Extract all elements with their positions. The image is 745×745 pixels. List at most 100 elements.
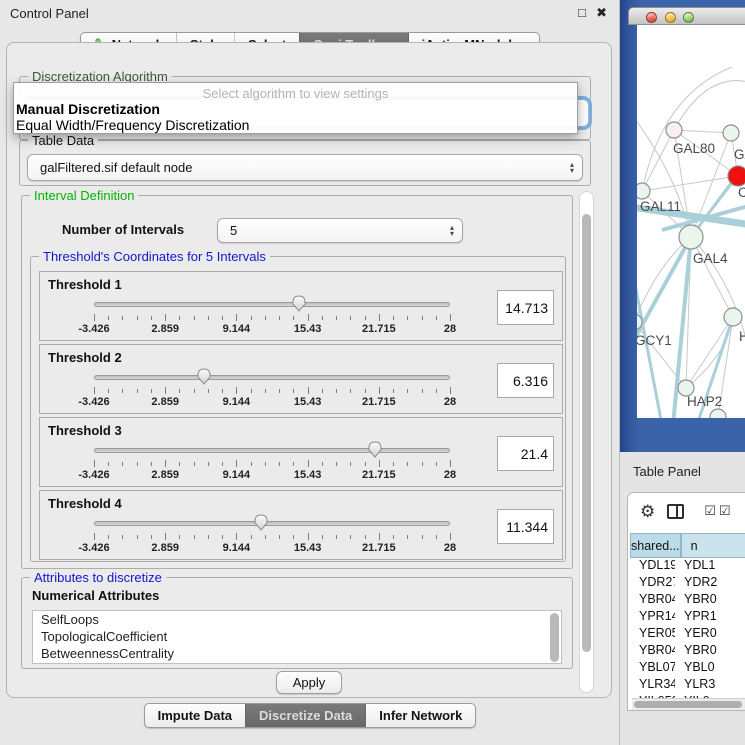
network-node[interactable] [724, 308, 742, 326]
close-traffic-icon[interactable] [646, 12, 657, 23]
network-node[interactable] [728, 166, 745, 186]
column-header-name[interactable]: n [681, 533, 745, 558]
column-header-shared-name[interactable]: shared... [630, 533, 681, 558]
node-label: H [739, 329, 745, 344]
threshold-1-slider-thumb[interactable] [291, 294, 307, 312]
table-row[interactable]: YBR043CYBR0 [630, 592, 745, 609]
algorithm-dropdown-popup: Select algorithm to view settings Manual… [13, 82, 578, 134]
close-icon[interactable]: ✖ [596, 5, 607, 21]
node-label: GCY1 [637, 333, 672, 348]
table-scrollbar-thumb[interactable] [634, 701, 742, 708]
network-node[interactable] [723, 125, 739, 141]
network-window-titlebar[interactable] [628, 7, 745, 25]
checkbox-checked-icon[interactable]: ☑ [719, 503, 731, 519]
network-canvas[interactable]: GAL80GACGAL11GAL4GCY1HHAP2 [637, 25, 745, 418]
zoom-traffic-icon[interactable] [683, 12, 694, 23]
table-row[interactable]: YDL19...YDL1 [630, 558, 745, 575]
attribute-item[interactable]: SelfLoops [33, 611, 561, 628]
threshold-1-slider-track[interactable] [94, 302, 450, 307]
threshold-label: Threshold 1 [48, 277, 122, 292]
table-horizontal-scrollbar[interactable] [632, 698, 745, 710]
threshold-4-panel: Threshold 4-3.4262.8599.14415.4321.71528… [39, 490, 563, 560]
table-data-group: Table Data galFiltered.sif default node … [19, 140, 591, 186]
cyni-toolbox-panel: Discretization Algorithm Select algorith… [6, 42, 612, 698]
cell-shared-name[interactable]: YLR345W [630, 677, 675, 694]
node-table: shared... n YDL19...YDL1YDR27...YDR2YBR0… [630, 533, 745, 710]
network-node[interactable] [666, 122, 682, 138]
apply-button[interactable]: Apply [276, 671, 342, 694]
algorithm-option[interactable]: Manual Discretization [14, 101, 577, 117]
threshold-3-slider-thumb[interactable] [367, 440, 383, 458]
table-row[interactable]: YPR145WYPR1 [630, 609, 745, 626]
attributes-scrollbar-thumb[interactable] [550, 613, 559, 662]
tab-label: Impute Data [158, 708, 232, 723]
network-node[interactable] [710, 409, 726, 418]
bottom-tab-impute-data[interactable]: Impute Data [145, 704, 245, 727]
node-label: C [738, 185, 745, 200]
cell-name[interactable]: YBR0 [675, 592, 745, 609]
attribute-item[interactable]: TopologicalCoefficient [33, 628, 561, 645]
cell-shared-name[interactable]: YPR145W [630, 609, 675, 626]
group-title: Table Data [28, 133, 98, 148]
threshold-2-value-field[interactable]: 6.316 [497, 363, 554, 398]
network-window-frame[interactable]: GAL80GACGAL11GAL4GCY1HHAP2 [620, 0, 745, 452]
table-row[interactable]: YLR345WYLR3 [630, 677, 745, 694]
threshold-2-panel: Threshold 2-3.4262.8599.14415.4321.71528… [39, 344, 563, 414]
number-of-intervals-value: 5 [230, 223, 237, 238]
cell-name[interactable]: YLR3 [675, 677, 745, 694]
table-data-combobox[interactable]: galFiltered.sif default node ▴▾ [27, 154, 583, 181]
cell-shared-name[interactable]: YDL19... [630, 558, 675, 575]
thresholds-coordinates-group: Threshold's Coordinates for 5 Intervals … [30, 256, 566, 562]
cell-name[interactable]: YBR0 [675, 643, 745, 660]
threshold-3-value-field[interactable]: 21.4 [497, 436, 554, 471]
cell-shared-name[interactable]: YBL079W [630, 660, 675, 677]
control-panel: Control Panel □ ✖ NetworkStyleSelectCyni… [0, 0, 620, 745]
threshold-label: Threshold 4 [48, 496, 122, 511]
popup-placeholder: Select algorithm to view settings [14, 83, 577, 101]
panel-scrollbar-thumb[interactable] [582, 214, 591, 652]
threshold-4-slider-track[interactable] [94, 521, 450, 526]
slider-tick-labels: -3.4262.8599.14415.4321.71528 [94, 469, 450, 482]
cell-shared-name[interactable]: YDR27... [630, 575, 675, 592]
threshold-2-slider-thumb[interactable] [196, 367, 212, 385]
cell-name[interactable]: YBL0 [675, 660, 745, 677]
attribute-item[interactable]: BetweennessCentrality [33, 645, 561, 662]
float-window-icon[interactable]: □ [578, 5, 586, 20]
tab-label: Infer Network [379, 708, 462, 723]
number-of-intervals-combobox[interactable]: 5 ▴▾ [217, 218, 463, 243]
algorithm-option[interactable]: Equal Width/Frequency Discretization [14, 117, 577, 133]
network-node[interactable] [637, 183, 650, 199]
numerical-attributes-list[interactable]: SelfLoopsTopologicalCoefficientBetweenne… [32, 610, 562, 664]
cell-shared-name[interactable]: YBR045C [630, 643, 675, 660]
bottom-tab-infer-network[interactable]: Infer Network [365, 704, 475, 727]
table-row[interactable]: YBR045CYBR0 [630, 643, 745, 660]
threshold-3-slider-track[interactable] [94, 448, 450, 453]
cell-name[interactable]: YPR1 [675, 609, 745, 626]
node-label: GAL11 [640, 199, 681, 214]
cell-shared-name[interactable]: YER054C [630, 626, 675, 643]
split-table-icon[interactable] [667, 504, 684, 519]
slider-ticks [94, 314, 450, 322]
threshold-4-value-field[interactable]: 11.344 [497, 509, 554, 544]
cell-shared-name[interactable]: YBR043C [630, 592, 675, 609]
threshold-4-slider-thumb[interactable] [253, 513, 269, 531]
bottom-tab-discretize-data[interactable]: Discretize Data [245, 704, 365, 727]
node-label: GA [734, 147, 745, 162]
table-row[interactable]: YBL079WYBL0 [630, 660, 745, 677]
panel-scrollbar[interactable] [579, 191, 594, 693]
gear-icon[interactable]: ⚙ [640, 503, 655, 520]
table-row[interactable]: YER054CYER0 [630, 626, 745, 643]
network-node[interactable] [679, 225, 703, 249]
control-panel-header: Control Panel □ ✖ [0, 0, 619, 28]
checkbox-checked-icon[interactable]: ☑ [704, 503, 716, 519]
minimize-traffic-icon[interactable] [665, 12, 676, 23]
cell-name[interactable]: YDR2 [675, 575, 745, 592]
attributes-scrollbar[interactable] [550, 613, 559, 662]
table-row[interactable]: YDR27...YDR2 [630, 575, 745, 592]
cell-name[interactable]: YER0 [675, 626, 745, 643]
numerical-attributes-label: Numerical Attributes [32, 588, 159, 603]
cell-name[interactable]: YDL1 [675, 558, 745, 575]
threshold-2-slider-track[interactable] [94, 375, 450, 380]
threshold-1-value-field[interactable]: 14.713 [497, 290, 554, 325]
slider-ticks [94, 460, 450, 468]
